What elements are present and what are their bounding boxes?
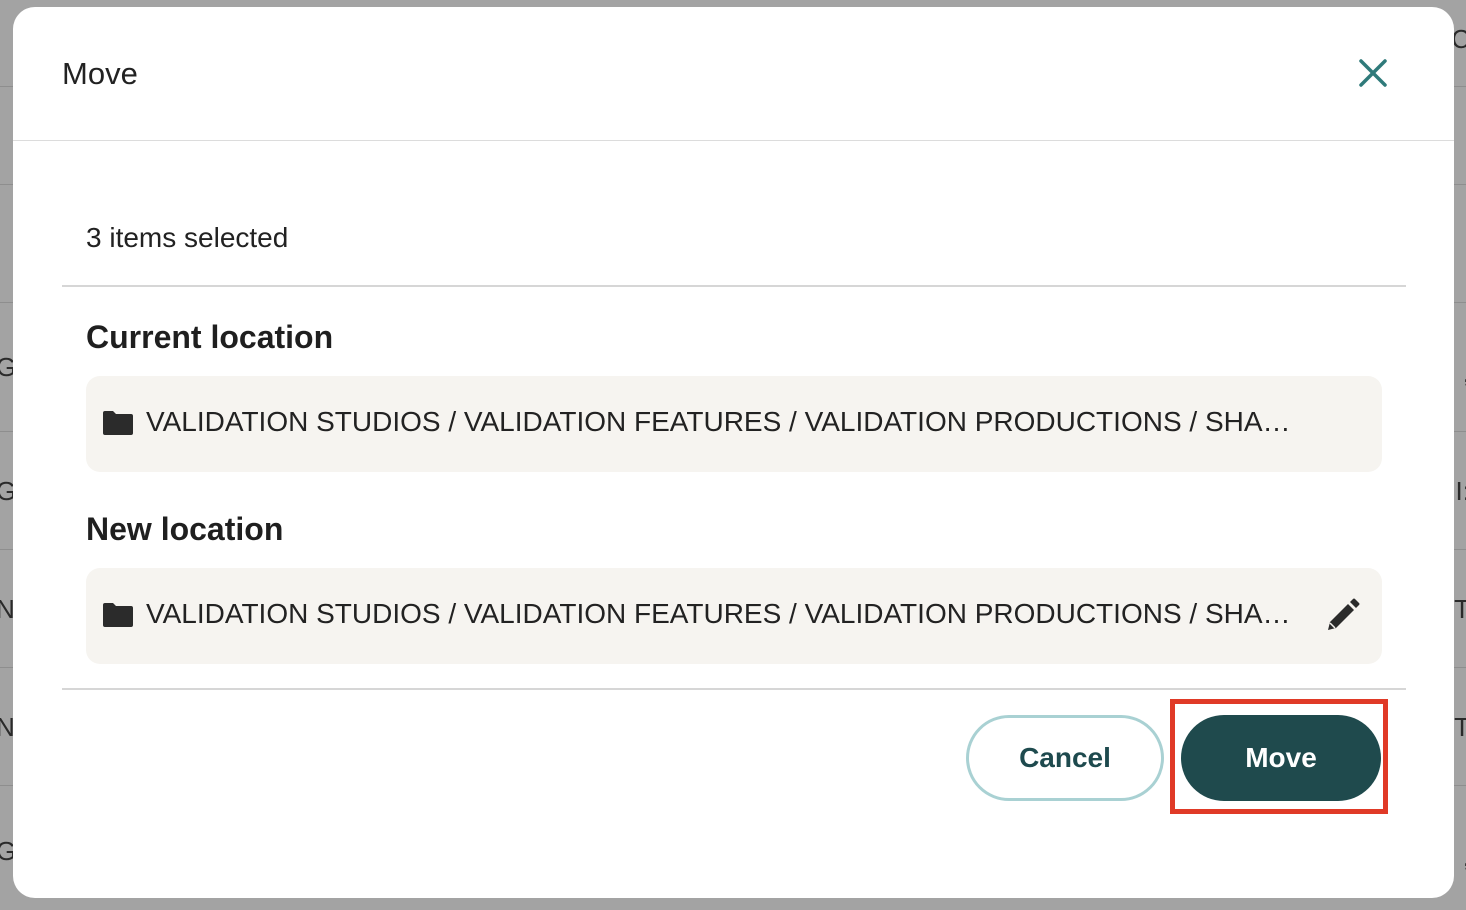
selected-items-count: 3 items selected <box>86 222 289 253</box>
background-text-fragment: T <box>1454 712 1466 742</box>
dialog-header: Move <box>13 7 1454 141</box>
folder-icon <box>103 603 133 627</box>
new-location-heading: New location <box>86 511 284 547</box>
move-button[interactable]: Move <box>1181 715 1381 801</box>
current-location-field: VALIDATION STUDIOS / VALIDATION FEATURES… <box>86 376 1382 472</box>
dialog-title: Move <box>62 56 138 91</box>
background-text-fragment: I: <box>1455 476 1466 506</box>
move-dialog: Move 3 items selected Current location V… <box>13 7 1454 898</box>
cancel-button-label: Cancel <box>1019 742 1111 773</box>
pencil-icon[interactable] <box>1324 598 1360 634</box>
current-location-heading: Current location <box>86 319 334 355</box>
folder-icon <box>103 411 133 435</box>
footer-divider <box>62 688 1406 690</box>
section-divider <box>62 285 1406 287</box>
move-button-label: Move <box>1245 742 1317 773</box>
cancel-button[interactable]: Cancel <box>966 715 1164 801</box>
close-icon[interactable] <box>1356 56 1390 90</box>
background-text-fragment: T <box>1454 594 1466 624</box>
new-location-path: VALIDATION STUDIOS / VALIDATION FEATURES… <box>146 598 1296 629</box>
new-location-field[interactable]: VALIDATION STUDIOS / VALIDATION FEATURES… <box>86 568 1382 664</box>
current-location-path: VALIDATION STUDIOS / VALIDATION FEATURES… <box>146 406 1306 437</box>
